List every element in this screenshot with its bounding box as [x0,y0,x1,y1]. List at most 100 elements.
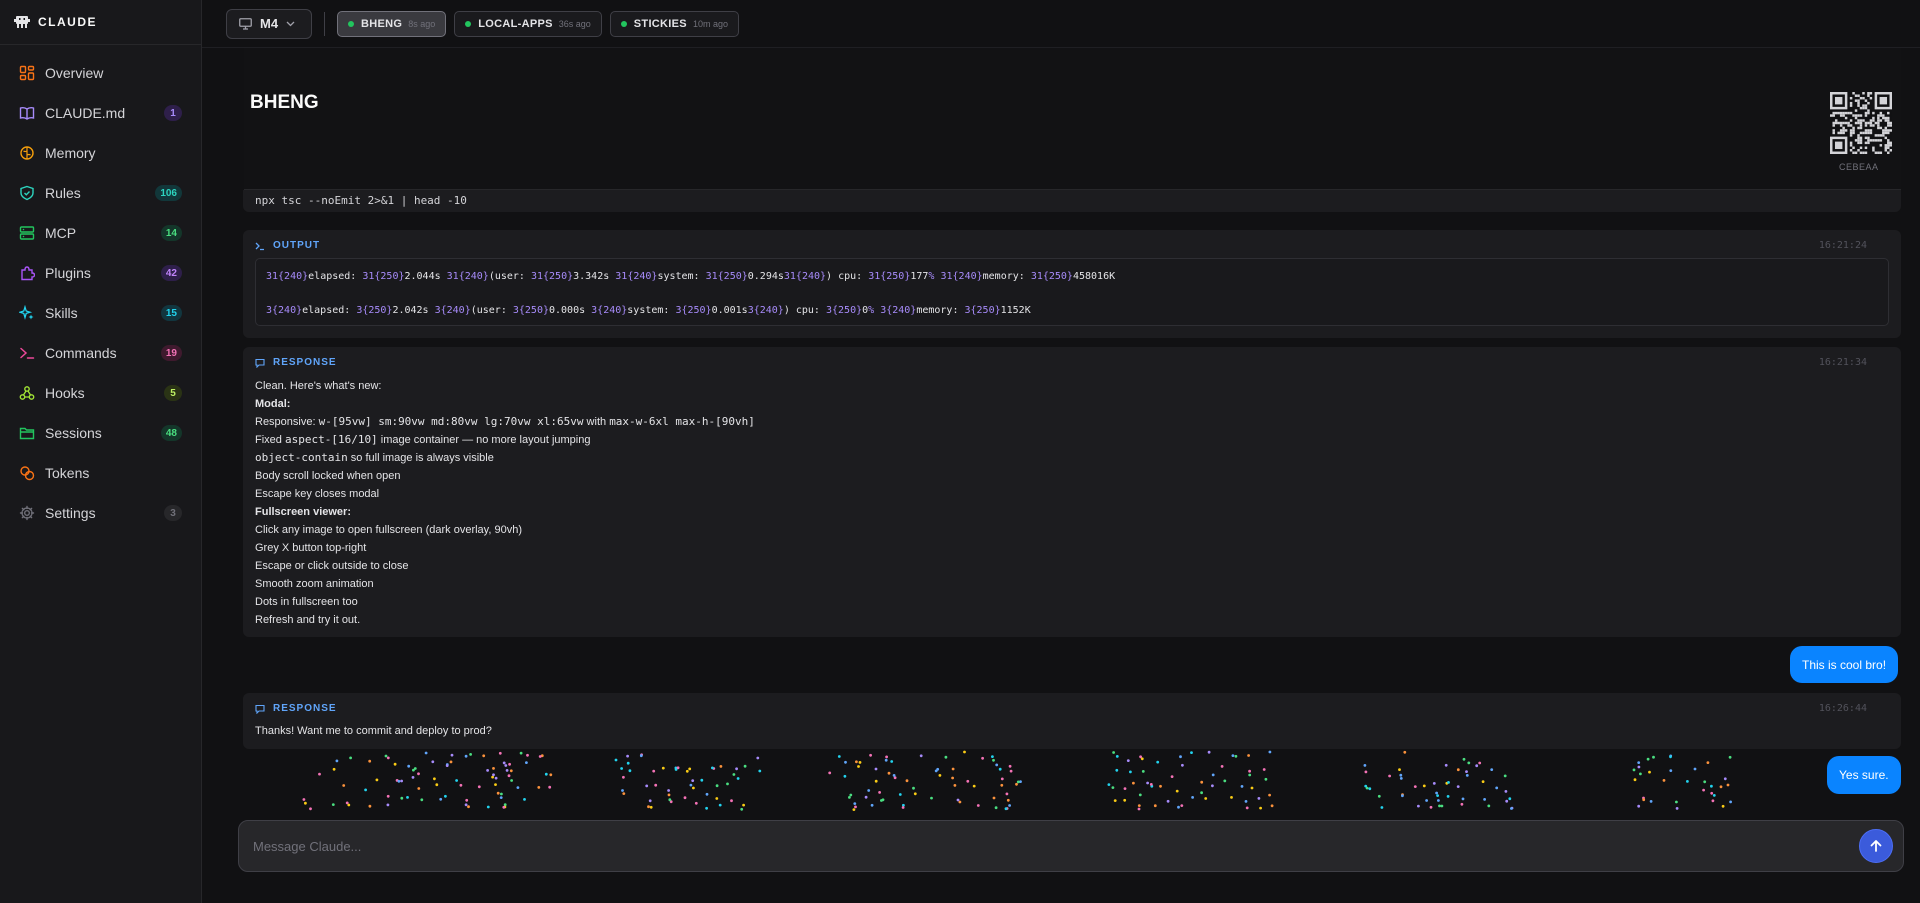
book-icon [19,105,35,121]
terminal-icon [255,242,264,250]
count-badge: 1 [164,105,182,121]
brand[interactable]: CLAUDE [0,0,201,45]
response-text: Escape key closes modal [255,488,380,500]
response-line: Responsive: w-[95vw] sm:90vw md:80vw lg:… [255,413,755,431]
output-segment: ) cpu: [826,271,869,282]
page-title: BHENG [250,92,319,113]
output-segment: 458016K [1072,271,1116,282]
count-badge: 106 [155,185,182,201]
response-line: Dots in fullscreen too [255,593,755,611]
response-text: Dots in fullscreen too [255,596,358,608]
sidebar-item-plugins[interactable]: Plugins 42 [0,253,201,293]
sidebar-item-rules[interactable]: Rules 106 [0,173,201,213]
message-input[interactable] [253,821,1853,871]
message-icon [255,704,265,714]
topbar: M4 BHENG 8s ago LOCAL-APPS 36s ago STICK… [202,0,1920,48]
output-segment: ) cpu: [783,305,826,316]
count-badge: 42 [160,265,182,281]
output-segment: 2.042s [392,305,435,316]
output-segment: 31{250} [530,271,574,282]
output-segment: 3{250} [356,305,393,316]
message-icon [255,358,265,368]
output-segment: 3.342s [573,271,616,282]
output-label: OUTPUT [273,240,321,251]
machine-select[interactable]: M4 [226,8,312,39]
response-label: RESPONSE [273,357,337,368]
brand-name: CLAUDE [38,15,97,29]
response-text: Body scroll locked when open [255,470,401,482]
count-badge: 5 [164,385,182,401]
sidebar-item-mcp[interactable]: MCP 14 [0,213,201,253]
output-segment: elapsed: [302,305,357,316]
sidebar-item-label: Plugins [45,265,91,281]
sidebar-item-commands[interactable]: Commands 19 [0,333,201,373]
output-segment: 3{250} [964,305,1001,316]
sidebar-item-settings[interactable]: Settings 3 [0,493,201,533]
output-segment: 3{240} [266,305,303,316]
response-text: Responsive: [255,416,319,428]
response-line: Escape key closes modal [255,485,755,503]
output-segment: 3{240} [747,305,784,316]
user-message-bubble: This is cool bro! [1790,646,1899,683]
webhook-icon [19,385,35,401]
qr-code-label: CEBEAA [1839,162,1879,172]
response-line: Escape or click outside to close [255,557,755,575]
response-text: Fullscreen viewer: [255,506,351,518]
output-segment: 0.000s [549,305,592,316]
monitor-icon [239,17,252,30]
output-box: 31{240}elapsed: 31{250}2.044s 31{240}(us… [255,258,1889,326]
tab-label: BHENG [361,17,403,30]
response-card: RESPONSE 16:21:34 Clean. Here's what's n… [243,347,1901,637]
sidebar-item-claude-md[interactable]: CLAUDE.md 1 [0,93,201,133]
sidebar-nav: Overview CLAUDE.md 1 Memory Rules 106 MCP 14 Plu… [0,45,201,533]
sidebar-item-label: Sessions [45,425,102,441]
sidebar-item-sessions[interactable]: Sessions 48 [0,413,201,453]
response-text: Clean. Here's what's new: [255,380,382,392]
inline-code: object-contain [255,451,348,464]
sidebar-item-overview[interactable]: Overview [0,53,201,93]
status-dot [620,20,627,27]
response-text: Fixed [255,434,285,446]
sidebar-item-skills[interactable]: Skills 15 [0,293,201,333]
response-text: so full image is always visible [347,452,494,464]
count-badge: 3 [164,505,182,521]
qr-code-icon[interactable] [1830,92,1892,154]
response-text: Modal: [255,398,291,410]
response-label: RESPONSE [273,703,337,714]
sidebar-item-tokens[interactable]: Tokens [0,453,201,493]
response-line: Clean. Here's what's new: [255,377,755,395]
tab-local-apps[interactable]: LOCAL-APPS 36s ago [454,10,602,37]
claude-logo-icon [14,16,30,28]
sidebar-item-hooks[interactable]: Hooks 5 [0,373,201,413]
response-body: Clean. Here's what's new: Modal: Responsiv… [255,377,755,629]
user-message-bubble: Yes sure. [1827,756,1901,794]
count-badge: 48 [160,425,182,441]
count-badge: 15 [160,305,182,321]
tab-label: STICKIES [633,17,687,30]
response-text: Escape or click outside to close [255,560,409,572]
folder-icon [19,425,35,441]
conversation[interactable]: npx tsc --noEmit 2>&1 | head -10 OUTPUT … [243,190,1901,812]
tab-label: LOCAL-APPS [478,17,553,30]
inline-code: w-[95vw] sm:90vw md:80vw lg:70vw xl:65vw [318,415,584,428]
output-segment: 3{240} [434,305,471,316]
sidebar-item-memory[interactable]: Memory [0,133,201,173]
send-button[interactable] [1859,829,1893,863]
response-text: Thanks! Want me to commit and deploy to … [255,725,492,737]
tab-bheng[interactable]: BHENG 8s ago [337,10,447,37]
inline-code: max-w-6xl max-h-[90vh] [609,415,755,428]
tab-stickies[interactable]: STICKIES 10m ago [609,10,739,37]
output-segment: 0.294s [747,271,784,282]
output-segment: 3{240} [591,305,628,316]
output-segment: 31{250} [362,271,405,282]
output-segment: 2.044s [404,271,447,282]
response-header: RESPONSE [255,357,337,368]
command-text: npx tsc --noEmit 2>&1 | head -10 [255,194,467,207]
response-line: Refresh and try it out. [255,611,755,629]
response-line: Fixed aspect-[16/10] image container — n… [255,431,755,449]
output-segment: system: [657,271,706,282]
response-line: Click any image to open fullscreen (dark… [255,521,755,539]
output-segment: 177 [910,271,929,282]
gear-icon [19,505,35,521]
count-badge: 19 [160,345,182,361]
